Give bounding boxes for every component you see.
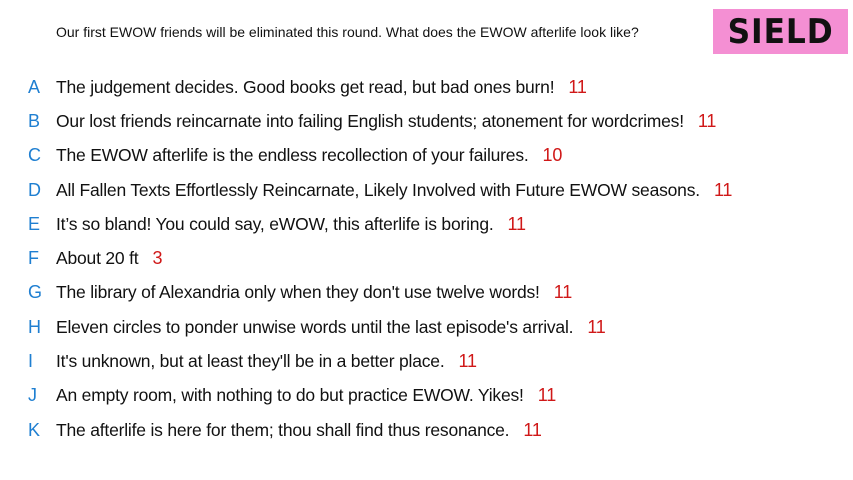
response-text: The afterlife is here for them; thou sha… [56, 420, 542, 441]
response-letter: E [28, 213, 41, 234]
response-row: I It's unknown, but at least they'll be … [0, 344, 853, 378]
response-text: An empty room, with nothing to do but pr… [56, 385, 556, 406]
response-text: All Fallen Texts Effortlessly Reincarnat… [56, 180, 732, 201]
response-row: A The judgement decides. Good books get … [0, 70, 853, 104]
word-count: 11 [458, 351, 478, 372]
response-row: C The EWOW afterlife is the endless reco… [0, 139, 853, 173]
response-letter: K [28, 419, 41, 440]
response-row: H Eleven circles to ponder unwise words … [0, 310, 853, 344]
response-text: About 20 ft 3 [56, 248, 162, 269]
word-count: 11 [507, 213, 527, 234]
response-row: K The afterlife is here for them; thou s… [0, 413, 853, 447]
word-count: 10 [542, 145, 563, 166]
round-prompt: Our first EWOW friends will be eliminate… [56, 24, 639, 40]
response-row: J An empty room, with nothing to do but … [0, 379, 853, 413]
response-text: Our lost friends reincarnate into failin… [56, 111, 716, 132]
response-row: E It’s so bland! You could say, eWOW, th… [0, 207, 853, 241]
word-count: 11 [713, 179, 733, 200]
response-list: A The judgement decides. Good books get … [0, 70, 853, 447]
response-row: G The library of Alexandria only when th… [0, 276, 853, 310]
response-row: F About 20 ft 3 [0, 241, 853, 275]
word-count: 11 [553, 282, 573, 303]
response-text-content: About 20 ft [56, 248, 139, 269]
contestant-name: SIELD [727, 11, 834, 52]
response-letter: F [28, 248, 39, 269]
response-letter: H [28, 316, 41, 337]
response-letter: A [28, 76, 41, 97]
response-text-content: The library of Alexandria only when they… [56, 282, 540, 303]
response-text: It's unknown, but at least they'll be in… [56, 351, 477, 372]
word-count: 11 [523, 419, 542, 440]
response-row: B Our lost friends reincarnate into fail… [0, 104, 853, 138]
response-letter: G [28, 282, 43, 303]
word-count: 11 [537, 385, 557, 406]
contestant-name-badge: SIELD [713, 9, 848, 54]
response-text-content: Our lost friends reincarnate into failin… [56, 110, 684, 131]
response-text-content: The afterlife is here for them; thou sha… [56, 419, 510, 440]
response-text: The judgement decides. Good books get re… [56, 77, 587, 98]
response-letter: B [28, 110, 41, 131]
response-text-content: The judgement decides. Good books get re… [56, 76, 555, 97]
response-letter: D [28, 179, 41, 200]
response-text-content: All Fallen Texts Effortlessly Reincarnat… [56, 179, 700, 200]
response-text: It’s so bland! You could say, eWOW, this… [56, 214, 526, 235]
response-letter: I [28, 351, 34, 372]
response-text-content: It's unknown, but at least they'll be in… [56, 351, 445, 372]
response-letter: J [28, 385, 37, 406]
response-text-content: Eleven circles to ponder unwise words un… [56, 316, 574, 337]
word-count: 3 [152, 248, 163, 269]
response-text-content: An empty room, with nothing to do but pr… [56, 385, 524, 406]
response-row: D All Fallen Texts Effortlessly Reincarn… [0, 173, 853, 207]
word-count: 11 [587, 316, 606, 337]
word-count: 11 [568, 76, 587, 97]
response-text: The EWOW afterlife is the endless recoll… [56, 145, 562, 166]
response-text-content: The EWOW afterlife is the endless recoll… [56, 145, 529, 166]
response-text: The library of Alexandria only when they… [56, 282, 572, 303]
response-text-content: It’s so bland! You could say, eWOW, this… [56, 213, 494, 234]
word-count: 11 [697, 110, 717, 131]
response-text: Eleven circles to ponder unwise words un… [56, 317, 606, 338]
response-letter: C [28, 145, 41, 166]
